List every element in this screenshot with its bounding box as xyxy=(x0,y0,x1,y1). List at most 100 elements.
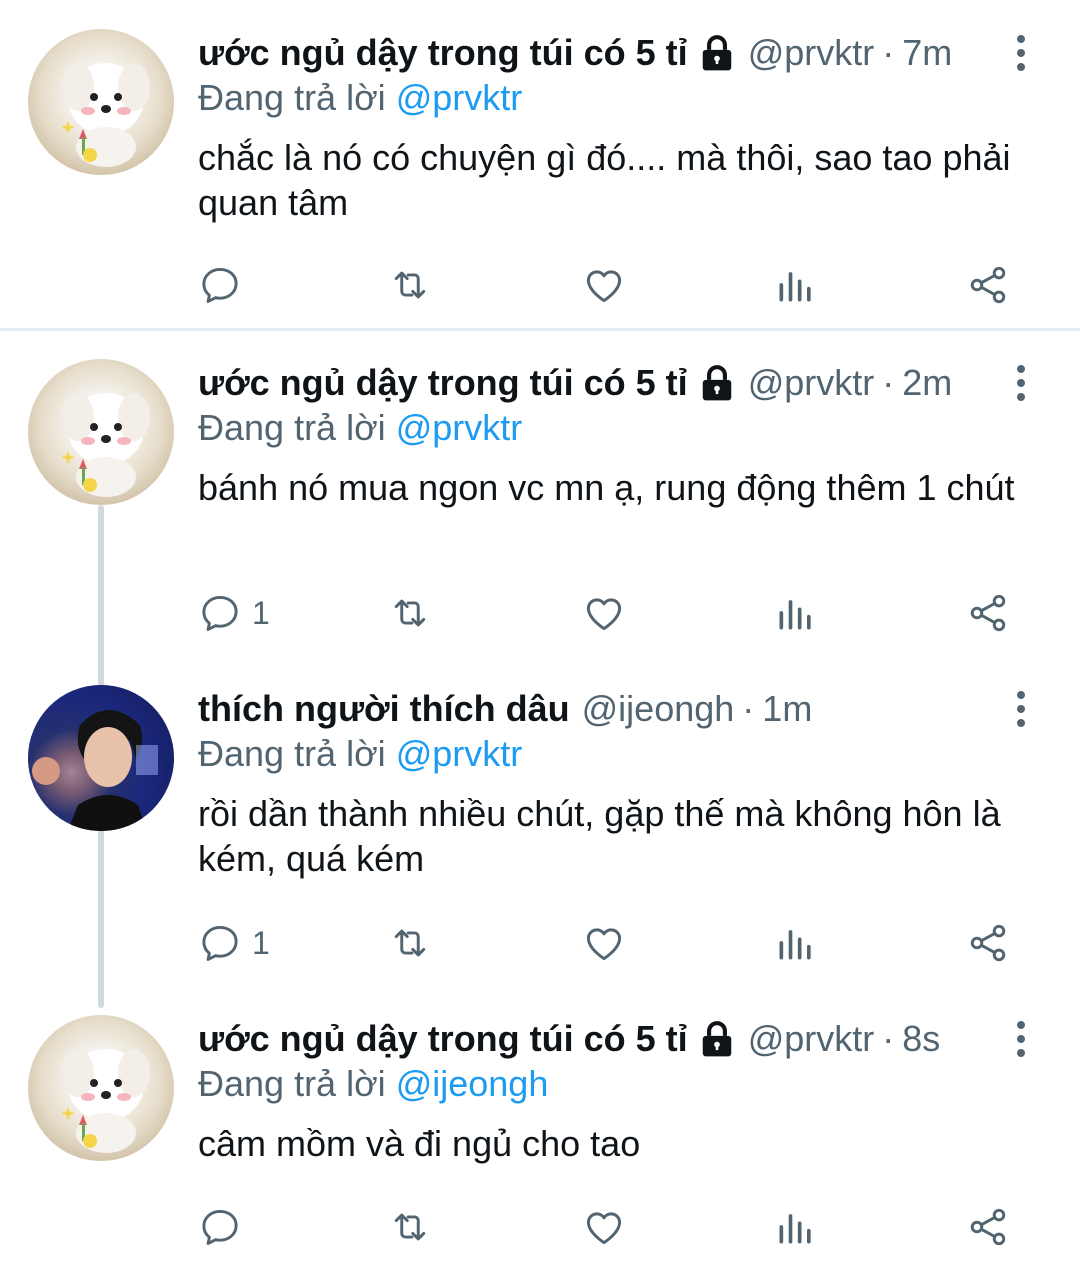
display-name[interactable]: thích người thích dâu xyxy=(198,688,570,730)
replying-mention[interactable]: @prvktr xyxy=(396,407,523,448)
timestamp[interactable]: 2m xyxy=(902,362,952,404)
views-icon xyxy=(779,272,811,302)
avatar-dog[interactable] xyxy=(28,359,174,505)
replying-prefix: Đang trả lời xyxy=(198,77,386,118)
separator: · xyxy=(882,32,895,73)
tweet-header: thích người thích dâu @ijeongh · 1m xyxy=(198,685,812,733)
lock-icon xyxy=(702,35,731,71)
share-icon xyxy=(970,1208,1006,1246)
more-vertical-icon[interactable] xyxy=(1006,1019,1036,1059)
like-button[interactable] xyxy=(582,1197,626,1257)
reply-button[interactable] xyxy=(198,1197,252,1257)
replying-mention[interactable]: @prvktr xyxy=(396,733,523,774)
reply-icon xyxy=(202,1209,238,1245)
lock-icon xyxy=(702,365,731,401)
timestamp[interactable]: 8s xyxy=(902,1018,940,1060)
avatar-dog-image xyxy=(61,1049,150,1153)
avatar-dog-image xyxy=(61,393,150,497)
retweet-icon xyxy=(394,929,426,957)
heart-icon xyxy=(586,1212,622,1245)
tweet-actions: 1 xyxy=(0,913,1080,973)
timestamp[interactable]: 7m xyxy=(902,32,952,74)
replying-mention[interactable]: @prvktr xyxy=(396,77,523,118)
replying-to: Đang trả lời @ijeongh xyxy=(198,1063,548,1105)
heart-icon xyxy=(586,270,622,303)
more-vertical-icon[interactable] xyxy=(1006,33,1036,73)
reply-button[interactable] xyxy=(198,255,252,315)
lock-icon xyxy=(702,1021,731,1057)
reply-count: 1 xyxy=(252,594,270,631)
views-button[interactable] xyxy=(774,913,818,973)
tweet-actions xyxy=(0,1197,1080,1257)
share-icon xyxy=(970,924,1006,962)
views-button[interactable] xyxy=(774,1197,818,1257)
share-button[interactable] xyxy=(966,255,1010,315)
reply-button[interactable]: 1 xyxy=(198,583,270,643)
more-vertical-icon[interactable] xyxy=(1006,363,1036,403)
share-button[interactable] xyxy=(966,1197,1010,1257)
replying-prefix: Đang trả lời xyxy=(198,407,386,448)
share-button[interactable] xyxy=(966,913,1010,973)
reply-icon xyxy=(202,267,238,303)
reply-button[interactable]: 1 xyxy=(198,913,270,973)
handle[interactable]: @ijeongh xyxy=(582,688,735,730)
retweet-icon xyxy=(394,271,426,299)
separator: · xyxy=(882,1018,895,1059)
heart-icon xyxy=(586,928,622,961)
retweet-button[interactable] xyxy=(388,255,432,315)
tweet-text: chắc là nó có chuyện gì đó.... mà thôi, … xyxy=(198,137,1011,223)
tweet-divider xyxy=(0,328,1080,331)
retweet-button[interactable] xyxy=(388,1197,432,1257)
tweet-2[interactable]: ước ngủ dậy trong túi có 5 tỉ @prvktr · … xyxy=(0,359,1080,659)
separator: · xyxy=(742,688,755,729)
tweet-header: ước ngủ dậy trong túi có 5 tỉ @prvktr · … xyxy=(198,359,952,407)
handle[interactable]: @prvktr xyxy=(748,32,875,74)
tweet-header: ước ngủ dậy trong túi có 5 tỉ @prvktr · … xyxy=(198,29,952,77)
handle[interactable]: @prvktr xyxy=(748,1018,875,1060)
retweet-icon xyxy=(394,599,426,627)
views-icon xyxy=(779,930,811,960)
reply-icon xyxy=(202,925,238,961)
replying-prefix: Đang trả lời xyxy=(198,1063,386,1104)
separator: · xyxy=(882,362,895,403)
tweet-actions xyxy=(0,255,1080,315)
avatar-dog-image xyxy=(61,63,150,167)
timestamp[interactable]: 1m xyxy=(762,688,812,730)
avatar-person-image xyxy=(28,685,174,831)
avatar-dog[interactable] xyxy=(28,29,174,175)
avatar-person[interactable] xyxy=(28,685,174,831)
more-vertical-icon[interactable] xyxy=(1006,689,1036,729)
replying-to: Đang trả lời @prvktr xyxy=(198,77,522,119)
views-icon xyxy=(779,1214,811,1244)
display-name[interactable]: ước ngủ dậy trong túi có 5 tỉ xyxy=(198,362,688,404)
retweet-icon xyxy=(394,1213,426,1241)
heart-icon xyxy=(586,598,622,631)
tweet-3[interactable]: thích người thích dâu @ijeongh · 1m Đang… xyxy=(0,685,1080,985)
tweet-text: câm mồm và đi ngủ cho tao xyxy=(198,1123,641,1164)
replying-prefix: Đang trả lời xyxy=(198,733,386,774)
replying-mention[interactable]: @ijeongh xyxy=(396,1063,549,1104)
like-button[interactable] xyxy=(582,255,626,315)
like-button[interactable] xyxy=(582,913,626,973)
display-name[interactable]: ước ngủ dậy trong túi có 5 tỉ xyxy=(198,1018,688,1060)
handle[interactable]: @prvktr xyxy=(748,362,875,404)
tweet-1[interactable]: ước ngủ dậy trong túi có 5 tỉ @prvktr · … xyxy=(0,29,1080,329)
retweet-button[interactable] xyxy=(388,583,432,643)
share-icon xyxy=(970,594,1006,632)
replying-to: Đang trả lời @prvktr xyxy=(198,407,522,449)
like-button[interactable] xyxy=(582,583,626,643)
reply-count: 1 xyxy=(252,924,270,961)
views-button[interactable] xyxy=(774,255,818,315)
replying-to: Đang trả lời @prvktr xyxy=(198,733,522,775)
retweet-button[interactable] xyxy=(388,913,432,973)
share-icon xyxy=(970,266,1006,304)
avatar-dog[interactable] xyxy=(28,1015,174,1161)
share-button[interactable] xyxy=(966,583,1010,643)
tweet-text: rồi dần thành nhiều chút, gặp thế mà khô… xyxy=(198,793,1001,879)
tweet-actions: 1 xyxy=(0,583,1080,643)
display-name[interactable]: ước ngủ dậy trong túi có 5 tỉ xyxy=(198,32,688,74)
tweet-4[interactable]: ước ngủ dậy trong túi có 5 tỉ @prvktr · … xyxy=(0,1015,1080,1272)
views-icon xyxy=(779,600,811,630)
views-button[interactable] xyxy=(774,583,818,643)
reply-icon xyxy=(202,595,238,631)
